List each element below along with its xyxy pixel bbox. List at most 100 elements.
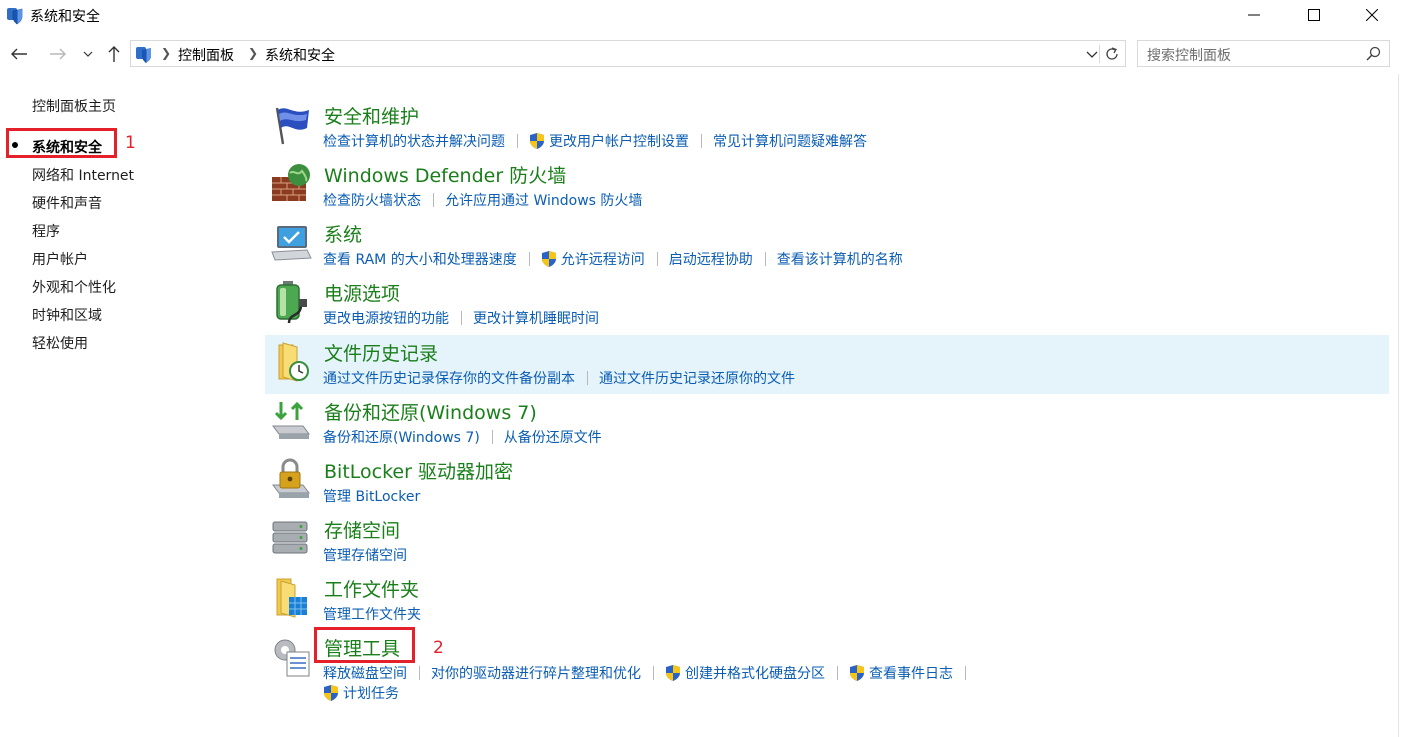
refresh-icon[interactable] xyxy=(1099,45,1121,63)
link-save-backup[interactable]: 通过文件历史记录保存你的文件备份副本 xyxy=(323,368,575,388)
link-event-log[interactable]: 查看事件日志 xyxy=(869,663,953,683)
breadcrumb-control-panel[interactable]: 控制面板 xyxy=(178,45,234,65)
category-title[interactable]: 备份和还原(Windows 7) xyxy=(324,398,537,425)
close-button[interactable] xyxy=(1343,0,1401,30)
annotation-box-1 xyxy=(6,128,117,158)
category-file-history: 文件历史记录 通过文件历史记录保存你的文件备份副本 通过文件历史记录还原你的文件 xyxy=(265,335,1389,394)
link-create-partition[interactable]: 创建并格式化硬盘分区 xyxy=(685,663,825,683)
category-links: 查看 RAM 的大小和处理器速度 允许远程访问 启动远程协助 查看该计算机的名称 xyxy=(323,249,903,269)
category-title[interactable]: 电源选项 xyxy=(324,279,400,306)
sidebar-item-user-accounts[interactable]: 用户帐户 xyxy=(32,249,88,269)
category-title[interactable]: 系统 xyxy=(324,220,362,247)
close-icon xyxy=(1366,9,1378,21)
sidebar-item-clock-region[interactable]: 时钟和区域 xyxy=(32,305,102,325)
category-links: 更改电源按钮的功能 更改计算机睡眠时间 xyxy=(323,308,599,328)
storage-icon xyxy=(272,521,308,554)
link-allow-apps[interactable]: 允许应用通过 Windows 防火墙 xyxy=(445,190,642,210)
category-firewall: Windows Defender 防火墙 检查防火墙状态 允许应用通过 Wind… xyxy=(265,157,1389,216)
sidebar-item-programs[interactable]: 程序 xyxy=(32,221,60,241)
uac-shield-icon xyxy=(850,665,864,681)
category-work-folders: 工作文件夹 管理工作文件夹 xyxy=(265,571,1389,630)
link-view-ram[interactable]: 查看 RAM 的大小和处理器速度 xyxy=(323,249,517,269)
navigation-bar: ❯ 控制面板 ❯ 系统和安全 搜索控制面板 xyxy=(0,34,1405,74)
uac-shield-icon xyxy=(541,251,556,267)
category-links: 管理工作文件夹 xyxy=(323,604,421,624)
recent-locations-button[interactable] xyxy=(80,43,96,65)
link-manage-work-folders[interactable]: 管理工作文件夹 xyxy=(323,604,421,624)
category-links: 释放磁盘空间 对你的驱动器进行碎片整理和优化 创建并格式化硬盘分区 查看事件日志 xyxy=(323,663,977,683)
maximize-icon xyxy=(1308,9,1320,21)
link-separator xyxy=(491,430,493,444)
category-power: 电源选项 更改电源按钮的功能 更改计算机睡眠时间 xyxy=(265,275,1389,334)
link-separator xyxy=(837,666,838,680)
link-firewall-status[interactable]: 检查防火墙状态 xyxy=(323,190,421,210)
link-restore-files[interactable]: 通过文件历史记录还原你的文件 xyxy=(599,368,795,388)
link-restore-from-backup[interactable]: 从备份还原文件 xyxy=(504,427,602,447)
category-links: 备份和还原(Windows 7) 从备份还原文件 xyxy=(323,427,602,447)
chevron-down-icon[interactable] xyxy=(1085,46,1099,62)
breadcrumb-system-security[interactable]: 系统和安全 xyxy=(265,45,335,65)
link-manage-storage[interactable]: 管理存储空间 xyxy=(323,545,407,565)
control-panel-shield-icon xyxy=(136,47,151,63)
link-sleep-time[interactable]: 更改计算机睡眠时间 xyxy=(473,308,599,328)
link-separator xyxy=(701,134,702,148)
minimize-button[interactable] xyxy=(1225,0,1283,30)
category-title[interactable]: Windows Defender 防火墙 xyxy=(324,161,566,188)
category-title[interactable]: 文件历史记录 xyxy=(324,339,438,366)
link-defragment[interactable]: 对你的驱动器进行碎片整理和优化 xyxy=(431,663,641,683)
maximize-button[interactable] xyxy=(1285,0,1343,30)
category-bitlocker: BitLocker 驱动器加密 管理 BitLocker xyxy=(265,453,1389,512)
category-system: 系统 查看 RAM 的大小和处理器速度 允许远程访问 启动远程协助 查看该计算机… xyxy=(265,216,1389,275)
category-title[interactable]: 工作文件夹 xyxy=(324,575,419,602)
up-button[interactable] xyxy=(103,43,125,65)
search-box[interactable]: 搜索控制面板 xyxy=(1137,40,1390,67)
sidebar-item-hardware-sound[interactable]: 硬件和声音 xyxy=(32,193,102,213)
window-title: 系统和安全 xyxy=(30,9,100,25)
link-task-scheduler[interactable]: 计划任务 xyxy=(343,683,399,703)
category-security-maintenance: 安全和维护 检查计算机的状态并解决问题 更改用户帐户控制设置 常见计算机问题疑难… xyxy=(265,98,1389,157)
link-remote-assistance[interactable]: 启动远程协助 xyxy=(669,249,753,269)
link-computer-name[interactable]: 查看该计算机的名称 xyxy=(777,249,903,269)
category-links: 管理存储空间 xyxy=(323,545,407,565)
link-power-button[interactable]: 更改电源按钮的功能 xyxy=(323,308,449,328)
sidebar-item-ease-of-access[interactable]: 轻松使用 xyxy=(32,333,88,353)
category-backup-restore: 备份和还原(Windows 7) 备份和还原(Windows 7) 从备份还原文… xyxy=(265,394,1389,453)
category-links: 通过文件历史记录保存你的文件备份副本 通过文件历史记录还原你的文件 xyxy=(323,368,795,388)
search-input[interactable]: 搜索控制面板 xyxy=(1147,45,1231,65)
link-separator xyxy=(965,666,966,680)
content-right-border xyxy=(1398,74,1399,737)
category-links: 管理 BitLocker xyxy=(323,486,420,506)
forward-button[interactable] xyxy=(47,43,69,65)
link-disk-cleanup[interactable]: 释放磁盘空间 xyxy=(323,663,407,683)
back-arrow-icon xyxy=(11,48,27,60)
link-manage-bitlocker[interactable]: 管理 BitLocker xyxy=(323,486,420,506)
category-title[interactable]: 存储空间 xyxy=(324,516,400,543)
back-button[interactable] xyxy=(8,43,30,65)
search-icon[interactable] xyxy=(1366,46,1381,61)
minimize-icon xyxy=(1248,14,1260,16)
breadcrumb-separator-icon[interactable]: ❯ xyxy=(248,46,258,60)
forward-arrow-icon xyxy=(50,48,66,60)
link-allow-remote[interactable]: 允许远程访问 xyxy=(561,249,645,269)
sidebar-item-network-internet[interactable]: 网络和 Internet xyxy=(32,165,134,185)
address-bar[interactable]: ❯ 控制面板 ❯ 系统和安全 xyxy=(130,40,1126,67)
category-links: 检查计算机的状态并解决问题 更改用户帐户控制设置 常见计算机问题疑难解答 xyxy=(323,131,867,151)
link-backup-restore[interactable]: 备份和还原(Windows 7) xyxy=(323,427,480,447)
sidebar-item-control-panel-home[interactable]: 控制面板主页 xyxy=(32,96,116,116)
link-check-status[interactable]: 检查计算机的状态并解决问题 xyxy=(323,131,505,151)
flag-icon xyxy=(275,107,309,145)
link-uac-settings[interactable]: 更改用户帐户控制设置 xyxy=(549,131,689,151)
backup-icon xyxy=(272,401,310,439)
category-title[interactable]: BitLocker 驱动器加密 xyxy=(324,457,513,484)
link-separator xyxy=(461,311,462,325)
link-separator xyxy=(433,193,434,207)
link-separator xyxy=(656,252,658,266)
sidebar-item-appearance[interactable]: 外观和个性化 xyxy=(32,277,116,297)
work-folders-icon xyxy=(276,578,307,618)
link-troubleshoot[interactable]: 常见计算机问题疑难解答 xyxy=(713,131,867,151)
file-history-icon xyxy=(278,342,309,382)
link-separator xyxy=(764,252,766,266)
category-title[interactable]: 安全和维护 xyxy=(324,102,419,129)
breadcrumb-separator-icon[interactable]: ❯ xyxy=(161,46,171,60)
category-links-row2: 计划任务 xyxy=(323,683,399,703)
